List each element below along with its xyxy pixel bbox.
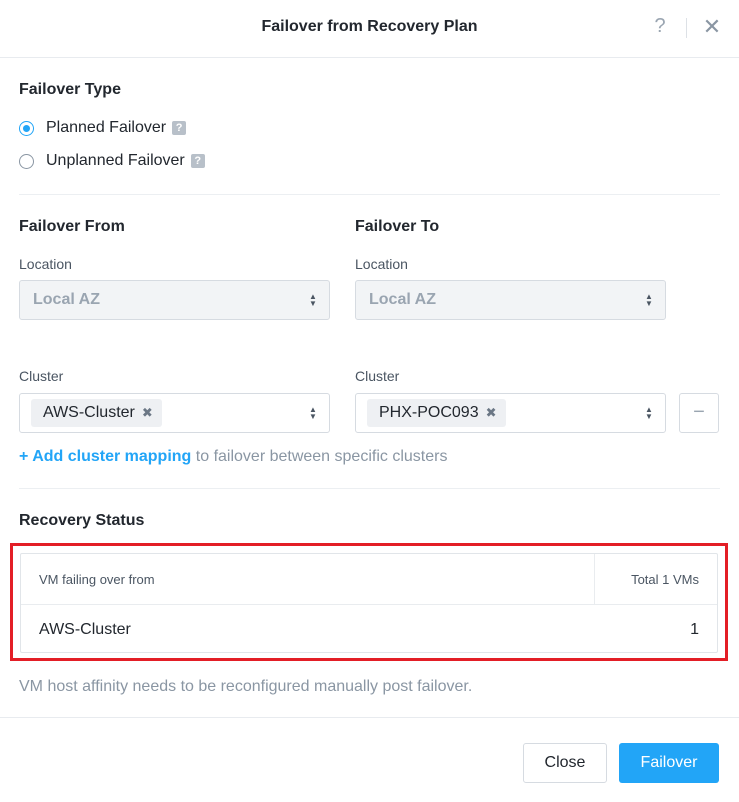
- to-location-label: Location: [355, 256, 408, 272]
- table-header-row: VM failing over from Total 1 VMs: [21, 554, 717, 605]
- column-divider: [594, 554, 595, 604]
- question-mark-icon[interactable]: ?: [650, 15, 670, 39]
- up-down-caret-icon: ▲ ▼: [645, 292, 653, 308]
- from-location-label: Location: [19, 256, 72, 272]
- help-badge-icon[interactable]: ?: [172, 121, 187, 135]
- up-down-caret-icon: ▲ ▼: [309, 405, 317, 421]
- close-button[interactable]: Close: [523, 743, 607, 783]
- remove-mapping-button[interactable]: −: [679, 393, 719, 433]
- dialog-footer: Close Failover: [0, 717, 739, 802]
- row-cluster-name: AWS-Cluster: [39, 621, 131, 638]
- x-icon[interactable]: ✖: [486, 405, 497, 421]
- affinity-note: VM host affinity needs to be reconfigure…: [19, 678, 473, 695]
- cluster-tag: PHX-POC093 ✖: [367, 399, 506, 427]
- close-icon[interactable]: ✕: [702, 14, 722, 40]
- x-icon[interactable]: ✖: [142, 405, 153, 421]
- up-down-caret-icon: ▲ ▼: [645, 405, 653, 421]
- row-vm-count: 1: [690, 621, 699, 638]
- minus-icon: −: [693, 401, 705, 423]
- header-divider: [686, 18, 687, 38]
- recovery-status-highlight: VM failing over from Total 1 VMs AWS-Clu…: [10, 543, 728, 661]
- radio-planned-failover[interactable]: Planned Failover ?: [19, 119, 187, 137]
- from-cluster-select[interactable]: AWS-Cluster ✖ ▲ ▼: [19, 393, 330, 433]
- up-down-caret-icon: ▲ ▼: [309, 292, 317, 308]
- radio-label: Unplanned Failover: [46, 152, 185, 169]
- add-cluster-mapping-hint: to failover between specific clusters: [191, 448, 448, 465]
- failover-to-title: Failover To: [355, 218, 440, 235]
- to-cluster-select[interactable]: PHX-POC093 ✖ ▲ ▼: [355, 393, 666, 433]
- section-divider: [19, 194, 720, 195]
- failover-button[interactable]: Failover: [619, 743, 719, 783]
- cluster-tag-label: PHX-POC093: [379, 404, 479, 421]
- cluster-tag: AWS-Cluster ✖: [31, 399, 162, 427]
- to-location-select[interactable]: Local AZ ▲ ▼: [355, 280, 666, 320]
- to-location-value: Local AZ: [369, 291, 436, 308]
- recovery-status-title: Recovery Status: [19, 512, 145, 529]
- add-cluster-mapping: + Add cluster mapping to failover betwee…: [19, 448, 447, 466]
- from-location-select[interactable]: Local AZ ▲ ▼: [19, 280, 330, 320]
- from-cluster-label: Cluster: [19, 368, 64, 384]
- radio-button-selected[interactable]: [19, 120, 34, 136]
- from-location-value: Local AZ: [33, 291, 100, 308]
- column-header-source: VM failing over from: [39, 572, 155, 587]
- help-badge-icon[interactable]: ?: [190, 154, 205, 168]
- dialog-header: Failover from Recovery Plan ? ✕: [0, 0, 739, 58]
- add-cluster-mapping-link[interactable]: + Add cluster mapping: [19, 448, 191, 465]
- recovery-status-table: VM failing over from Total 1 VMs AWS-Clu…: [20, 553, 718, 653]
- radio-button[interactable]: [19, 153, 34, 169]
- dialog-title: Failover from Recovery Plan: [261, 18, 478, 35]
- failover-type-title: Failover Type: [19, 81, 121, 98]
- to-cluster-label: Cluster: [355, 368, 400, 384]
- section-divider: [19, 488, 720, 489]
- radio-label: Planned Failover: [46, 119, 167, 136]
- radio-unplanned-failover[interactable]: Unplanned Failover ?: [19, 152, 205, 170]
- column-header-total: Total 1 VMs: [631, 572, 699, 587]
- cluster-tag-label: AWS-Cluster: [43, 404, 135, 421]
- failover-from-title: Failover From: [19, 218, 125, 235]
